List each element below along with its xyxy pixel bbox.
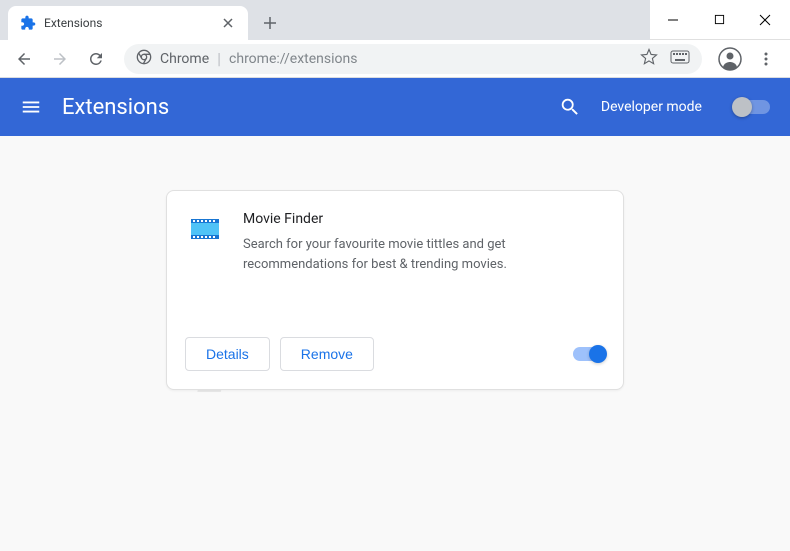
menu-button[interactable] <box>750 43 782 75</box>
toggle-knob <box>589 345 607 363</box>
browser-toolbar: Chrome | chrome://extensions <box>0 40 790 78</box>
film-icon <box>187 211 223 247</box>
puzzle-icon <box>20 15 36 31</box>
developer-mode-label: Developer mode <box>601 99 702 115</box>
extension-description: Search for your favourite movie tittles … <box>243 235 603 274</box>
new-tab-button[interactable] <box>256 9 284 37</box>
forward-button[interactable] <box>44 43 76 75</box>
close-tab-button[interactable] <box>220 15 236 31</box>
remove-button[interactable]: Remove <box>280 337 374 371</box>
reload-button[interactable] <box>80 43 112 75</box>
close-window-button[interactable] <box>742 0 788 40</box>
profile-button[interactable] <box>714 43 746 75</box>
tab-title: Extensions <box>44 16 212 30</box>
extension-card: Movie Finder Search for your favourite m… <box>166 190 624 390</box>
browser-tab[interactable]: Extensions <box>8 6 248 40</box>
star-icon[interactable] <box>640 48 658 70</box>
omnibox-url: chrome://extensions <box>229 51 357 67</box>
extension-enable-toggle[interactable] <box>573 347 605 361</box>
omnibox[interactable]: Chrome | chrome://extensions <box>124 44 702 74</box>
maximize-button[interactable] <box>696 0 742 40</box>
search-button[interactable] <box>559 96 581 118</box>
developer-mode-toggle[interactable] <box>734 100 770 114</box>
page-title: Extensions <box>62 95 539 120</box>
content-area: pcrisk.com Movie Finder Search for your … <box>0 136 790 551</box>
chrome-icon <box>136 49 152 69</box>
toggle-knob <box>732 97 752 117</box>
omnibox-separator: | <box>217 49 221 68</box>
omnibox-prefix: Chrome <box>160 51 209 67</box>
extensions-header: Extensions Developer mode <box>0 78 790 136</box>
minimize-button[interactable] <box>650 0 696 40</box>
back-button[interactable] <box>8 43 40 75</box>
extension-name: Movie Finder <box>243 211 603 227</box>
details-button[interactable]: Details <box>185 337 270 371</box>
keyboard-icon[interactable] <box>670 49 690 68</box>
tab-strip: Extensions <box>0 0 650 40</box>
hamburger-menu-button[interactable] <box>20 96 42 118</box>
